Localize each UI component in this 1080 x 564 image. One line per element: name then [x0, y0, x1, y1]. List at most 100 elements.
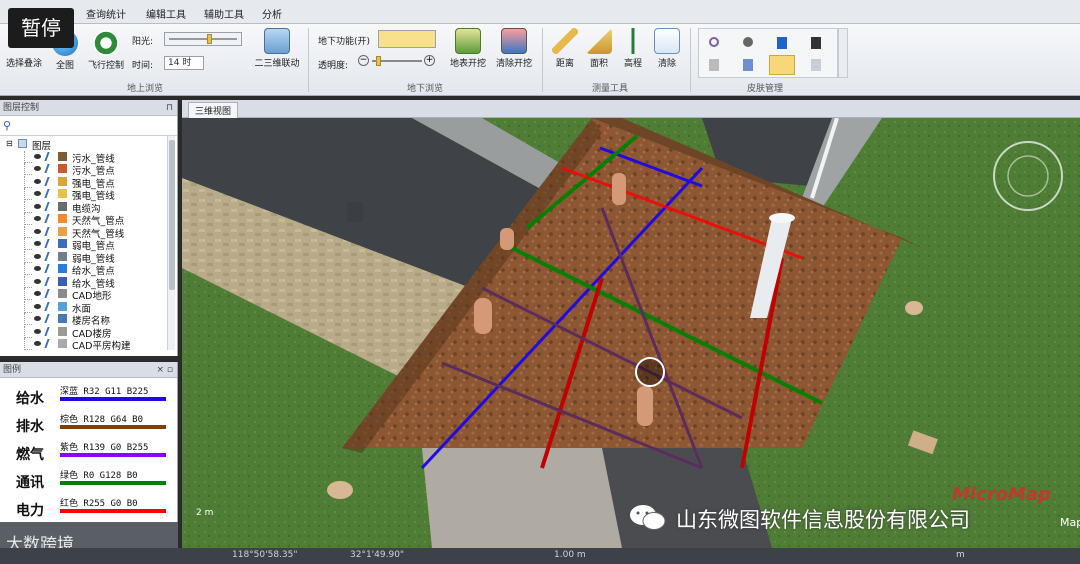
eye-icon[interactable] — [34, 278, 41, 284]
eye-icon[interactable] — [34, 266, 41, 271]
select-icon[interactable] — [44, 339, 54, 348]
select-icon[interactable] — [44, 326, 54, 336]
area-button[interactable]: 面积 — [584, 28, 614, 69]
eye-icon[interactable] — [34, 341, 41, 346]
tree-connector — [24, 263, 32, 275]
layer-type-icon — [58, 214, 67, 223]
layer-item[interactable]: 污水_管点 — [0, 163, 177, 177]
skin-swatch[interactable] — [811, 59, 821, 71]
skin-swatch-selected[interactable] — [769, 55, 795, 75]
skin-gallery[interactable] — [698, 28, 838, 78]
eye-icon[interactable] — [34, 228, 41, 234]
collapse-icon[interactable]: ⊟ — [6, 139, 13, 148]
layer-item[interactable]: 强电_管点 — [0, 175, 177, 190]
layer-panel-title-text: 图层控制 — [3, 103, 40, 113]
select-icon[interactable] — [44, 214, 54, 223]
tab-analysis[interactable]: 分析 — [262, 6, 282, 21]
opacity-thumb[interactable] — [376, 56, 381, 66]
skin-swatch[interactable] — [709, 37, 719, 47]
eye-icon[interactable] — [34, 253, 41, 259]
select-icon[interactable] — [44, 301, 54, 311]
layer-item[interactable]: 给水_管点 — [0, 263, 177, 277]
legend-item: 通讯 绿色 R0 G128 B0 — [0, 468, 178, 496]
layer-type-icon — [58, 301, 67, 311]
surface-dig-button[interactable]: 地表开挖 — [446, 28, 490, 69]
manhole-cover — [327, 481, 353, 499]
eye-icon[interactable] — [34, 291, 41, 296]
select-icon[interactable] — [44, 264, 54, 273]
eye-icon[interactable] — [34, 153, 41, 159]
time-field[interactable]: 14 时 — [164, 56, 204, 70]
select-icon[interactable] — [44, 151, 54, 161]
layer-item[interactable]: CAD平房构建 — [0, 338, 177, 352]
flight-control-button[interactable]: 飞行控制 — [84, 30, 128, 71]
layer-item[interactable]: 污水_管线 — [0, 150, 177, 165]
eye-icon[interactable] — [34, 303, 41, 309]
select-icon[interactable] — [44, 251, 54, 261]
clear-dig-icon — [501, 28, 527, 54]
skin-gallery-scroll[interactable] — [838, 28, 848, 78]
select-icon[interactable] — [44, 239, 54, 248]
layer-item[interactable]: 电缆沟 — [0, 200, 177, 215]
dual-view-button[interactable]: 二三维联动 — [252, 28, 302, 69]
layer-root[interactable]: ⊟ 图层 — [0, 138, 177, 152]
eye-icon[interactable] — [34, 191, 41, 196]
search-icon[interactable]: ⚲ — [3, 119, 11, 132]
eye-icon[interactable] — [34, 328, 41, 334]
tab-aux-tools[interactable]: 辅助工具 — [204, 6, 244, 21]
skin-swatch[interactable] — [777, 37, 787, 49]
select-icon[interactable] — [44, 289, 54, 298]
sun-slider[interactable] — [164, 32, 242, 46]
layer-item[interactable]: 楼房名称 — [0, 313, 177, 327]
scale-label: 2 m — [196, 508, 214, 518]
close-icon[interactable]: × ▫ — [156, 362, 173, 378]
opacity-slider[interactable]: − + — [358, 54, 438, 68]
wechat-icon — [628, 502, 668, 532]
measure-clear-button[interactable]: 清除 — [652, 28, 682, 69]
skin-swatch[interactable] — [709, 59, 719, 71]
tab-3d-view[interactable]: 三维视图 — [188, 102, 239, 118]
underground-func-toggle[interactable] — [378, 30, 436, 48]
select-icon[interactable] — [44, 226, 54, 236]
elevation-button[interactable]: 高程 — [618, 28, 648, 69]
layer-item[interactable]: 天然气_管点 — [0, 213, 177, 227]
pin-icon[interactable]: ⊓ — [166, 100, 173, 116]
skin-swatch[interactable] — [743, 37, 753, 47]
tab-query-stats[interactable]: 查询统计 — [86, 6, 126, 21]
eye-icon[interactable] — [34, 178, 41, 184]
eye-icon[interactable] — [34, 203, 41, 209]
street-lamp-head — [769, 213, 795, 223]
select-icon[interactable] — [44, 164, 54, 173]
minus-icon[interactable]: − — [358, 55, 369, 66]
layer-item[interactable]: 天然气_管线 — [0, 225, 177, 240]
layer-scrollbar-thumb[interactable] — [169, 140, 175, 290]
eye-icon[interactable] — [34, 241, 41, 246]
select-icon[interactable] — [44, 176, 54, 186]
eye-icon[interactable] — [34, 216, 41, 221]
clear-dig-button[interactable]: 清除开挖 — [492, 28, 536, 69]
legend-color-bar — [60, 425, 166, 429]
layer-item[interactable]: 给水_管线 — [0, 275, 177, 290]
layer-item[interactable]: CAD地形 — [0, 288, 177, 302]
sun-slider-thumb[interactable] — [207, 34, 212, 44]
select-icon[interactable] — [44, 189, 54, 198]
select-overlay-button[interactable]: 选择叠涂 — [2, 56, 46, 69]
select-icon[interactable] — [44, 276, 54, 286]
layer-item[interactable]: 强电_管线 — [0, 188, 177, 202]
skin-swatch[interactable] — [743, 59, 753, 71]
layer-search-bar[interactable]: ⚲ — [0, 116, 177, 136]
layer-item[interactable]: 水面 — [0, 300, 177, 315]
eye-icon[interactable] — [34, 316, 41, 321]
layer-scrollbar[interactable] — [167, 136, 175, 350]
3d-viewport[interactable]: MicroMap Map — [182, 118, 1080, 548]
select-icon[interactable] — [44, 201, 54, 211]
select-icon[interactable] — [44, 314, 54, 323]
layer-item[interactable]: 弱电_管线 — [0, 250, 177, 265]
skin-swatch[interactable] — [811, 37, 821, 49]
layer-item[interactable]: CAD楼房 — [0, 325, 177, 340]
tab-edit-tools[interactable]: 编辑工具 — [146, 6, 186, 21]
distance-button[interactable]: 距离 — [550, 28, 580, 69]
eye-icon[interactable] — [34, 166, 41, 171]
plus-icon[interactable]: + — [424, 55, 435, 66]
layer-item[interactable]: 弱电_管点 — [0, 238, 177, 252]
